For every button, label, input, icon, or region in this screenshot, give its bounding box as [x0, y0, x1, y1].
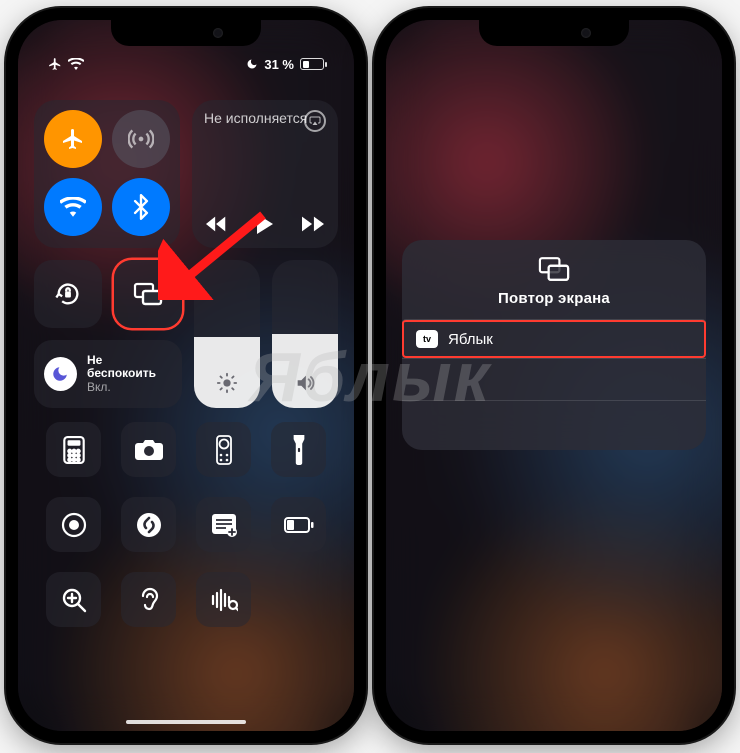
- home-indicator[interactable]: [126, 720, 246, 724]
- appletv-device-icon: tv: [416, 330, 438, 348]
- connectivity-tile[interactable]: [34, 100, 180, 248]
- notch: [479, 20, 629, 46]
- magnifier-button[interactable]: [46, 572, 101, 627]
- screen-mirroring-icon: [537, 256, 571, 282]
- dnd-label: Не беспокоить: [87, 354, 172, 380]
- rotation-lock-button[interactable]: [34, 260, 102, 328]
- next-track-button[interactable]: [302, 216, 324, 232]
- bluetooth-toggle[interactable]: [112, 178, 170, 236]
- screen-mirroring-button[interactable]: [114, 260, 182, 328]
- quick-note-button[interactable]: [196, 497, 251, 552]
- sound-recognition-button[interactable]: [196, 572, 251, 627]
- notch: [111, 20, 261, 46]
- mirror-device-row[interactable]: tv Яблык: [402, 319, 706, 358]
- low-power-button[interactable]: [271, 497, 326, 552]
- mirror-empty-row-2: [402, 400, 706, 442]
- brightness-icon: [216, 372, 238, 394]
- flashlight-button[interactable]: [271, 422, 326, 477]
- moon-icon: [44, 357, 77, 391]
- battery-icon: [300, 58, 324, 70]
- airplane-mode-toggle[interactable]: [44, 110, 102, 168]
- play-button[interactable]: [256, 214, 274, 234]
- screen-mirroring-panel: Повтор экрана tv Яблык: [402, 240, 706, 450]
- apple-tv-remote-button[interactable]: [196, 422, 251, 477]
- screen-record-button[interactable]: [46, 497, 101, 552]
- dnd-state: Вкл.: [87, 381, 172, 394]
- volume-icon: [294, 372, 316, 394]
- mirror-empty-row-1: [402, 358, 706, 400]
- cellular-data-toggle[interactable]: [112, 110, 170, 168]
- airplane-status-icon: [48, 57, 62, 71]
- dnd-status-icon: [246, 58, 258, 70]
- screen-mirroring-title: Повтор экрана: [498, 290, 610, 307]
- do-not-disturb-button[interactable]: Не беспокоить Вкл.: [34, 340, 182, 408]
- airplay-indicator-icon: [304, 110, 326, 132]
- brightness-slider[interactable]: [194, 260, 260, 408]
- iphone-frame-right: Повтор экрана tv Яблык: [374, 8, 734, 743]
- calculator-button[interactable]: [46, 422, 101, 477]
- volume-slider[interactable]: [272, 260, 338, 408]
- mirror-device-name: Яблык: [448, 331, 493, 348]
- hearing-button[interactable]: [121, 572, 176, 627]
- previous-track-button[interactable]: [206, 216, 228, 232]
- wifi-toggle[interactable]: [44, 178, 102, 236]
- wifi-status-icon: [68, 58, 84, 70]
- shazam-button[interactable]: [121, 497, 176, 552]
- battery-percent: 31 %: [264, 57, 294, 72]
- screen-right: Повтор экрана tv Яблык: [386, 20, 722, 731]
- screen-left: 31 %: [18, 20, 354, 731]
- now-playing-tile[interactable]: Не исполняется: [192, 100, 338, 248]
- camera-button[interactable]: [121, 422, 176, 477]
- iphone-frame-left: 31 %: [6, 8, 366, 743]
- status-bar: 31 %: [34, 54, 338, 74]
